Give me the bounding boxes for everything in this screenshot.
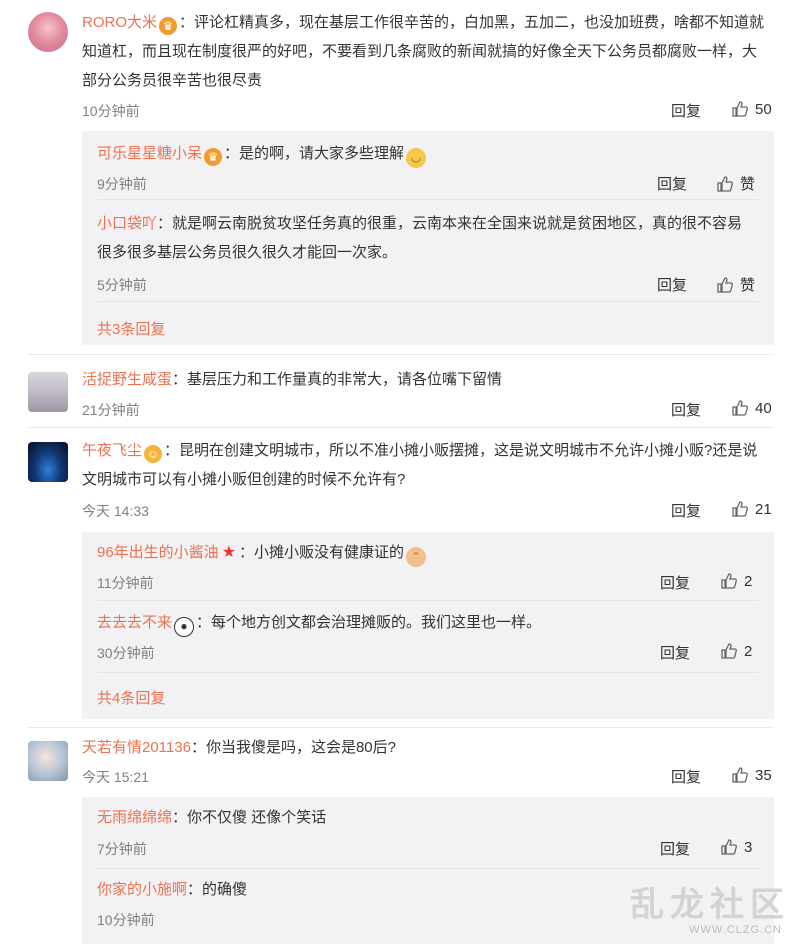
reply-time: 30分钟前 bbox=[97, 645, 155, 661]
thumbs-up-icon bbox=[732, 767, 748, 783]
like-button[interactable]: 赞 bbox=[716, 274, 755, 295]
reply-button[interactable]: 回复 bbox=[671, 100, 701, 121]
like-button[interactable]: 2 bbox=[720, 572, 752, 590]
comment-text: 昆明在创建文明城市，所以不准小摊小贩摆摊，这是说文明城市不允许小摊小贩?还是说文… bbox=[82, 442, 758, 488]
reply-divider bbox=[97, 672, 759, 673]
thumbs-up-icon bbox=[732, 400, 748, 416]
like-count: 21 bbox=[755, 501, 772, 518]
show-more-replies[interactable]: 共4条回复 bbox=[97, 687, 165, 708]
comment-divider bbox=[28, 727, 774, 728]
vip-badge-icon: ♛ bbox=[204, 148, 223, 166]
reply-divider bbox=[97, 600, 759, 601]
comment-time: 今天 14:33 bbox=[82, 503, 149, 519]
site-watermark: 乱龙社区 bbox=[630, 885, 790, 925]
avatar[interactable] bbox=[28, 741, 68, 781]
thumbs-up-icon bbox=[717, 176, 733, 192]
thumbs-up-icon bbox=[721, 643, 737, 659]
comment-divider bbox=[28, 354, 774, 355]
like-count: 50 bbox=[755, 101, 772, 118]
like-button[interactable]: 2 bbox=[720, 642, 752, 660]
like-count: 35 bbox=[755, 767, 772, 784]
comment-time: 今天 15:21 bbox=[82, 769, 149, 785]
like-count: 赞 bbox=[740, 176, 756, 193]
reply-text: 就是啊云南脱贫攻坚任务真的很重，云南本来在全国来说就是贫困地区，真的很不容易很多… bbox=[97, 215, 743, 261]
comment-item: 活捉野生咸蛋：基层压力和工作量真的非常大，请各位嘴下留情 21分钟前 回复 40 bbox=[0, 362, 800, 422]
like-button[interactable]: 50 bbox=[731, 100, 772, 118]
level-badge-icon: ☺ bbox=[144, 445, 163, 463]
site-watermark-url: WWW.CLZG.CN bbox=[689, 924, 782, 936]
vip-badge-icon: ♛ bbox=[159, 17, 178, 35]
username[interactable]: 可乐星星糖小呆 bbox=[97, 145, 202, 162]
username[interactable]: 无雨绵绵绵 bbox=[97, 809, 172, 826]
thumbs-up-icon bbox=[721, 573, 737, 589]
reply-button[interactable]: 回复 bbox=[671, 399, 701, 420]
comment-item: RORO大米 ♛ ：评论杠精真多，现在基层工作很辛苦的，白加黑，五加二，也没加班费，… bbox=[0, 0, 800, 345]
avatar[interactable] bbox=[28, 12, 68, 52]
reply-button[interactable]: 回复 bbox=[671, 766, 701, 787]
reply-text: 的确傻 bbox=[202, 881, 248, 898]
username[interactable]: RORO大米 bbox=[82, 14, 157, 31]
reply-time: 10分钟前 bbox=[97, 912, 155, 928]
comment-divider bbox=[28, 427, 774, 428]
reply-button[interactable]: 回复 bbox=[660, 642, 690, 663]
reply-button[interactable]: 回复 bbox=[660, 838, 690, 859]
reply-time: 9分钟前 bbox=[97, 176, 147, 192]
thumbs-up-icon bbox=[732, 101, 748, 117]
username[interactable]: 活捉野生咸蛋 bbox=[82, 371, 172, 388]
username[interactable]: 去去去不来 bbox=[97, 614, 172, 631]
reply-divider bbox=[97, 301, 759, 302]
reply-text: 小摊小贩没有健康证的 bbox=[254, 544, 405, 561]
like-count: 赞 bbox=[740, 277, 756, 294]
reply-divider bbox=[97, 868, 759, 869]
reply-text: 每个地方创文都会治理摊贩的。我们这里也一样。 bbox=[211, 614, 542, 631]
username[interactable]: 天若有情201136 bbox=[82, 739, 191, 756]
like-count: 40 bbox=[755, 400, 772, 417]
reply-time: 11分钟前 bbox=[97, 575, 154, 591]
reply-time: 5分钟前 bbox=[97, 277, 147, 293]
like-button[interactable]: 35 bbox=[731, 766, 772, 784]
username[interactable]: 你家的小施啊 bbox=[97, 881, 187, 898]
like-count: 2 bbox=[744, 573, 753, 590]
panda-emoji-icon: ● bbox=[174, 617, 195, 637]
star-badge-icon: ★ bbox=[221, 544, 237, 561]
comment-text: 基层压力和工作量真的非常大，请各位嘴下留情 bbox=[187, 371, 503, 388]
like-button[interactable]: 赞 bbox=[716, 173, 755, 194]
thumbs-up-icon bbox=[717, 277, 733, 293]
reply-button[interactable]: 回复 bbox=[657, 274, 687, 295]
reply-list: 可乐星星糖小呆 ♛ ：是的啊，请大家多些理解 ◡ 9分钟前 回复 赞 小口袋吖：就是啊… bbox=[82, 131, 774, 345]
reply-button[interactable]: 回复 bbox=[657, 173, 687, 194]
emoji-icon: ◡ bbox=[406, 148, 427, 168]
thumbs-up-icon bbox=[721, 839, 737, 855]
username[interactable]: 96年出生的小酱油 bbox=[97, 544, 219, 561]
reply-text: 是的啊，请大家多些理解 bbox=[239, 145, 405, 162]
comment-time: 21分钟前 bbox=[82, 402, 140, 418]
thumbs-up-icon bbox=[732, 501, 748, 517]
like-button[interactable]: 3 bbox=[720, 838, 752, 856]
cat-emoji-icon: ᵔ bbox=[406, 547, 427, 567]
comment-text: 你当我傻是吗，这会是80后? bbox=[205, 739, 396, 756]
avatar[interactable] bbox=[28, 442, 68, 482]
comment-text: 评论杠精真多，现在基层工作很辛苦的，白加黑，五加二，也没加班费，啥都不知道就知道… bbox=[82, 14, 765, 89]
username[interactable]: 小口袋吖 bbox=[97, 215, 157, 232]
username[interactable]: 午夜飞尘 bbox=[82, 442, 142, 459]
reply-time: 7分钟前 bbox=[97, 841, 147, 857]
avatar[interactable] bbox=[28, 372, 68, 412]
reply-divider bbox=[97, 199, 759, 200]
like-button[interactable]: 40 bbox=[731, 399, 772, 417]
show-more-replies[interactable]: 共3条回复 bbox=[97, 318, 165, 339]
reply-text: 你不仅傻 还像个笑话 bbox=[187, 809, 327, 826]
reply-button[interactable]: 回复 bbox=[671, 500, 701, 521]
like-button[interactable]: 21 bbox=[731, 500, 772, 518]
comment-time: 10分钟前 bbox=[82, 103, 140, 119]
like-count: 2 bbox=[744, 643, 753, 660]
like-count: 3 bbox=[744, 839, 753, 856]
reply-button[interactable]: 回复 bbox=[660, 572, 690, 593]
comment-item: 午夜飞尘 ☺ ：昆明在创建文明城市，所以不准小摊小贩摆摊，这是说文明城市不允许小摊小… bbox=[0, 434, 800, 719]
reply-list: 96年出生的小酱油 ★ ：小摊小贩没有健康证的 ᵔ 11分钟前 回复 2 去去去不来 ●… bbox=[82, 532, 774, 719]
